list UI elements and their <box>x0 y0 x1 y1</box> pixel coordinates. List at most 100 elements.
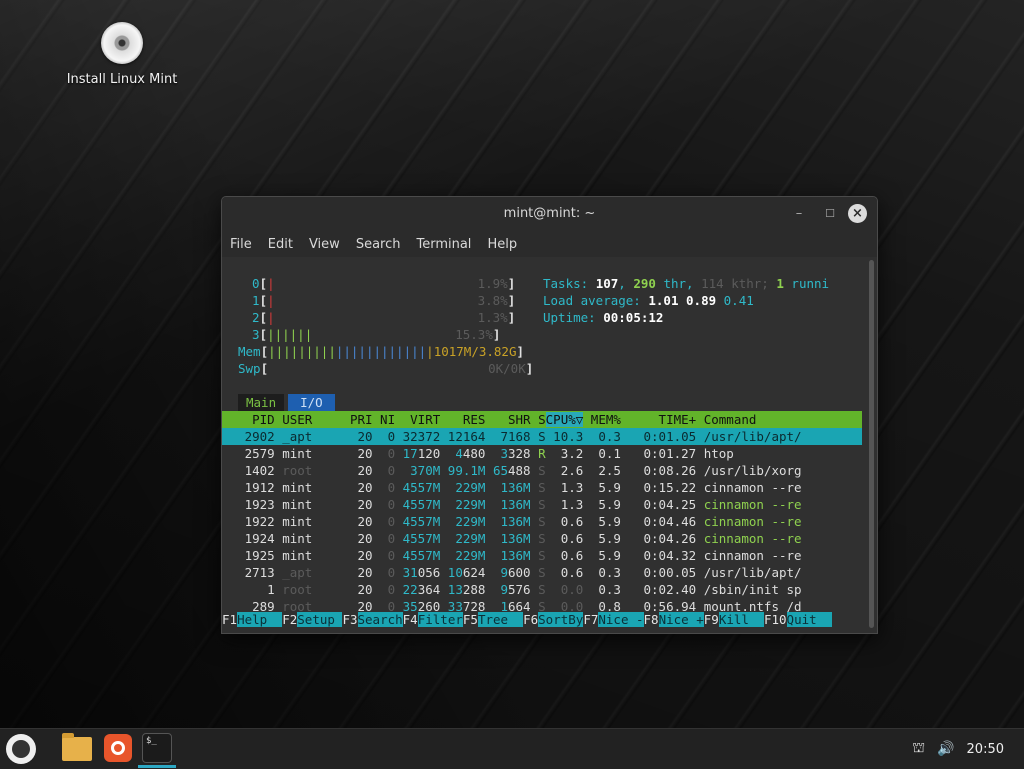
cell-mem: 0.1 <box>583 446 621 461</box>
process-table-header[interactable]: PID USER PRI NI VIRT RES SHR SCPU%▽ MEM%… <box>222 411 862 428</box>
cell-mem: 5.9 <box>583 497 621 512</box>
cell-user: _apt <box>274 429 343 444</box>
cell-virt: 370M <box>395 463 441 478</box>
fkey-action-nice[interactable]: Nice + <box>658 612 704 627</box>
terminal-content[interactable]: 0[| 1.9%] 1[| 3.8%] 2[| 1.3%] 3[|||||| 15.3%… <box>222 257 867 633</box>
process-row[interactable]: 1 root 20 0 22364 13288 9576 S 0.0 0.3 0… <box>222 581 862 598</box>
column-header-command[interactable]: Command <box>696 412 757 427</box>
menu-terminal[interactable]: Terminal <box>416 231 479 257</box>
fkey-action-help[interactable]: Help <box>237 612 283 627</box>
files-icon[interactable] <box>62 733 92 761</box>
cell-time: 0:04.46 <box>620 514 697 529</box>
scrollbar[interactable] <box>869 260 874 628</box>
tab-main[interactable]: Main <box>238 394 285 411</box>
cell-pri: 20 <box>342 480 373 495</box>
cell-s: S <box>530 548 546 563</box>
column-header-time[interactable]: TIME+ <box>621 412 697 427</box>
minimize-button[interactable]: – <box>789 204 809 224</box>
cell-cpu: 0.6 <box>545 531 584 546</box>
cell-virt: 4557M <box>395 531 441 546</box>
clock[interactable]: 20:50 <box>967 742 1004 757</box>
maximize-button[interactable]: ☐ <box>820 204 840 224</box>
process-row[interactable]: 2713 _apt 20 0 31056 10624 9600 S 0.6 0.… <box>222 564 862 581</box>
menu-view[interactable]: View <box>309 231 348 257</box>
cell-res: 12164 <box>440 429 486 444</box>
tab-io[interactable]: I/O <box>288 394 335 411</box>
cell-mem: 0.3 <box>583 582 621 597</box>
cell-pid: 1924 <box>222 531 275 546</box>
title-bar[interactable]: mint@mint: ~ – ☐ × <box>222 197 877 231</box>
cell-res: 13288 <box>440 582 486 597</box>
cell-cpu: 0.6 <box>545 548 584 563</box>
close-button[interactable]: × <box>848 204 867 223</box>
cell-res: 229M <box>440 480 486 495</box>
column-header-mem[interactable]: MEM% <box>583 412 621 427</box>
fkey-action-nice[interactable]: Nice - <box>598 612 644 627</box>
cell-virt: 4557M <box>395 480 441 495</box>
process-row[interactable]: 1924 mint 20 0 4557M 229M 136M S 0.6 5.9… <box>222 530 862 547</box>
process-row[interactable]: 1402 root 20 0 370M 99.1M 65488 S 2.6 2.… <box>222 462 862 479</box>
cell-cmd: /usr/lib/apt/ <box>696 565 802 580</box>
column-header-pid[interactable]: PID <box>222 412 275 427</box>
menu-search[interactable]: Search <box>356 231 409 257</box>
desktop-icon-install[interactable]: Install Linux Mint <box>62 22 182 87</box>
terminal-window[interactable]: mint@mint: ~ – ☐ × File Edit View Search… <box>221 196 878 634</box>
cell-res: 4480 <box>440 446 486 461</box>
column-header-pri[interactable]: PRI <box>342 412 373 427</box>
fkey-action-kill[interactable]: Kill <box>718 612 764 627</box>
cell-virt: 32372 <box>395 429 441 444</box>
cell-ni: 0 <box>372 565 396 580</box>
cell-shr: 136M <box>485 497 531 512</box>
cell-cmd: cinnamon --re <box>696 514 802 529</box>
cell-pid: 1912 <box>222 480 275 495</box>
process-row[interactable]: 1925 mint 20 0 4557M 229M 136M S 0.6 5.9… <box>222 547 862 564</box>
cell-user: root <box>274 582 343 597</box>
process-row[interactable]: 1912 mint 20 0 4557M 229M 136M S 1.3 5.9… <box>222 479 862 496</box>
fkey-f3: F3 <box>342 612 358 627</box>
menu-file[interactable]: File <box>230 231 260 257</box>
column-header-cpu[interactable]: CPU%▽ <box>545 412 584 427</box>
cell-cmd: cinnamon --re <box>696 497 802 512</box>
fkey-action-tree[interactable]: Tree <box>477 612 524 627</box>
column-header-ni[interactable]: NI <box>373 412 395 427</box>
cell-shr: 136M <box>485 514 531 529</box>
cpu-meter-0: 0[| 1.9%] <box>252 276 516 291</box>
cell-ni: 0 <box>372 548 396 563</box>
window-title: mint@mint: ~ <box>503 206 596 221</box>
column-header-s[interactable]: S <box>531 412 546 427</box>
cell-pid: 1923 <box>222 497 275 512</box>
fkey-action-search[interactable]: Search <box>357 612 403 627</box>
cell-pid: 1922 <box>222 514 275 529</box>
fkey-action-setup[interactable]: Setup <box>297 612 343 627</box>
menu-edit[interactable]: Edit <box>268 231 301 257</box>
column-header-res[interactable]: RES <box>440 412 486 427</box>
terminal-icon[interactable]: $_ <box>142 733 172 763</box>
cell-pri: 20 <box>342 497 373 512</box>
cell-virt: 4557M <box>395 548 441 563</box>
column-header-shr[interactable]: SHR <box>485 412 531 427</box>
fkey-action-sortby[interactable]: SortBy <box>538 612 584 627</box>
cell-s: S <box>530 463 546 478</box>
cell-ni: 0 <box>372 514 396 529</box>
menu-help[interactable]: Help <box>487 231 525 257</box>
function-key-bar: F1Help F2Setup F3SearchF4FilterF5Tree F6… <box>222 611 867 628</box>
fkey-f2: F2 <box>282 612 298 627</box>
process-row[interactable]: 1923 mint 20 0 4557M 229M 136M S 1.3 5.9… <box>222 496 862 513</box>
process-row[interactable]: 2902 _apt 20 0 32372 12164 7168 S 10.3 0… <box>222 428 862 445</box>
cpu-meter-1: 1[| 3.8%] <box>252 293 516 308</box>
firefox-icon[interactable] <box>104 734 132 762</box>
menu-button[interactable] <box>6 734 36 764</box>
cell-user: _apt <box>274 565 343 580</box>
fkey-action-quit[interactable]: Quit <box>786 612 832 627</box>
fkey-f7: F7 <box>583 612 599 627</box>
volume-icon[interactable]: 🔊 <box>937 741 954 757</box>
column-header-user[interactable]: USER <box>275 412 343 427</box>
fkey-action-filter[interactable]: Filter <box>417 612 463 627</box>
process-row[interactable]: 2579 mint 20 0 17120 4480 3328 R 3.2 0.1… <box>222 445 862 462</box>
cell-s: S <box>530 429 546 444</box>
network-icon[interactable]: ⛫ <box>912 740 925 758</box>
column-header-virt[interactable]: VIRT <box>395 412 440 427</box>
cell-user: mint <box>274 514 343 529</box>
process-row[interactable]: 1922 mint 20 0 4557M 229M 136M S 0.6 5.9… <box>222 513 862 530</box>
cell-user: mint <box>274 531 343 546</box>
